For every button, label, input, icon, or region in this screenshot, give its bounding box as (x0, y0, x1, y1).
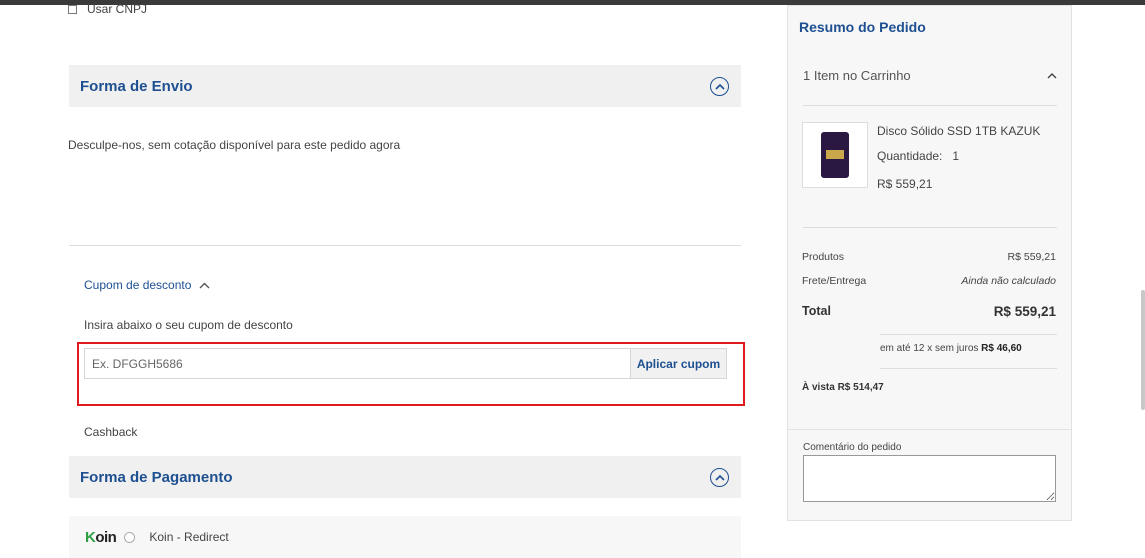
total-value: R$ 559,21 (993, 304, 1056, 319)
koin-radio[interactable] (124, 531, 136, 543)
divider (803, 227, 1057, 228)
summary-title: Resumo do Pedido (799, 19, 926, 35)
order-summary: Resumo do Pedido 1 Item no Carrinho Disc… (787, 5, 1072, 521)
ssd-product-icon (821, 132, 849, 178)
chevron-up-icon (199, 282, 210, 288)
apply-coupon-button[interactable]: Aplicar cupom (630, 348, 727, 379)
chevron-up-icon[interactable] (710, 76, 729, 96)
cart-count-label: 1 Item no Carrinho (803, 68, 911, 83)
coupon-toggle[interactable]: Cupom de desconto (84, 278, 210, 292)
shipping-line: Frete/Entrega Ainda não calculado (802, 275, 1056, 287)
product-quantity: Quantidade: 1 (877, 149, 959, 163)
coupon-input[interactable] (84, 348, 631, 379)
total-label: Total (802, 304, 831, 318)
koin-logo: Koin (85, 528, 117, 546)
divider (880, 368, 1057, 369)
product-price: R$ 559,21 (877, 177, 933, 191)
coupon-hint: Insira abaixo o seu cupom de desconto (84, 318, 293, 332)
shipping-section-header[interactable]: Forma de Envio (69, 65, 741, 107)
cart-items-toggle[interactable]: 1 Item no Carrinho (803, 68, 1057, 106)
payment-method-label: Koin - Redirect (149, 530, 229, 544)
product-image (802, 122, 868, 188)
installments-value: R$ 46,60 (981, 343, 1022, 354)
cnpj-checkbox[interactable] (68, 4, 77, 14)
use-cnpj-option[interactable]: Usar CNPJ (68, 2, 147, 16)
use-cnpj-label: Usar CNPJ (87, 2, 148, 16)
payment-section-title: Forma de Pagamento (80, 468, 233, 486)
total-line: Total R$ 559,21 (802, 304, 1056, 319)
chevron-up-icon[interactable] (710, 467, 729, 487)
quantity-value: 1 (952, 149, 960, 163)
divider (69, 245, 741, 246)
no-shipping-quote-message: Desculpe-nos, sem cotação disponível par… (68, 138, 401, 152)
shipping-section-title: Forma de Envio (80, 77, 193, 95)
coupon-toggle-label: Cupom de desconto (84, 278, 192, 292)
comment-label: Comentário do pedido (803, 442, 902, 453)
shipping-label: Frete/Entrega (802, 275, 867, 287)
installments-info: em até 12 x sem juros R$ 46,60 (880, 343, 1022, 354)
product-name: Disco Sólido SSD 1TB KAZUK (877, 124, 1041, 138)
divider (788, 429, 1071, 430)
page-scrollbar[interactable] (1141, 290, 1145, 410)
payment-section-header[interactable]: Forma de Pagamento (69, 456, 741, 498)
shipping-value: Ainda não calculado (961, 275, 1056, 287)
divider (880, 334, 1057, 335)
payment-method-koin[interactable]: Koin Koin - Redirect (69, 516, 741, 558)
cashback-label: Cashback (84, 425, 138, 439)
order-comment-field[interactable] (803, 455, 1056, 502)
products-line: Produtos R$ 559,21 (802, 251, 1056, 263)
installments-text: em até 12 x sem juros (880, 343, 979, 354)
products-label: Produtos (802, 251, 845, 263)
chevron-up-icon (1047, 73, 1057, 79)
cash-price: À vista R$ 514,47 (802, 382, 884, 393)
quantity-label: Quantidade: (877, 149, 943, 163)
products-value: R$ 559,21 (1007, 251, 1056, 263)
